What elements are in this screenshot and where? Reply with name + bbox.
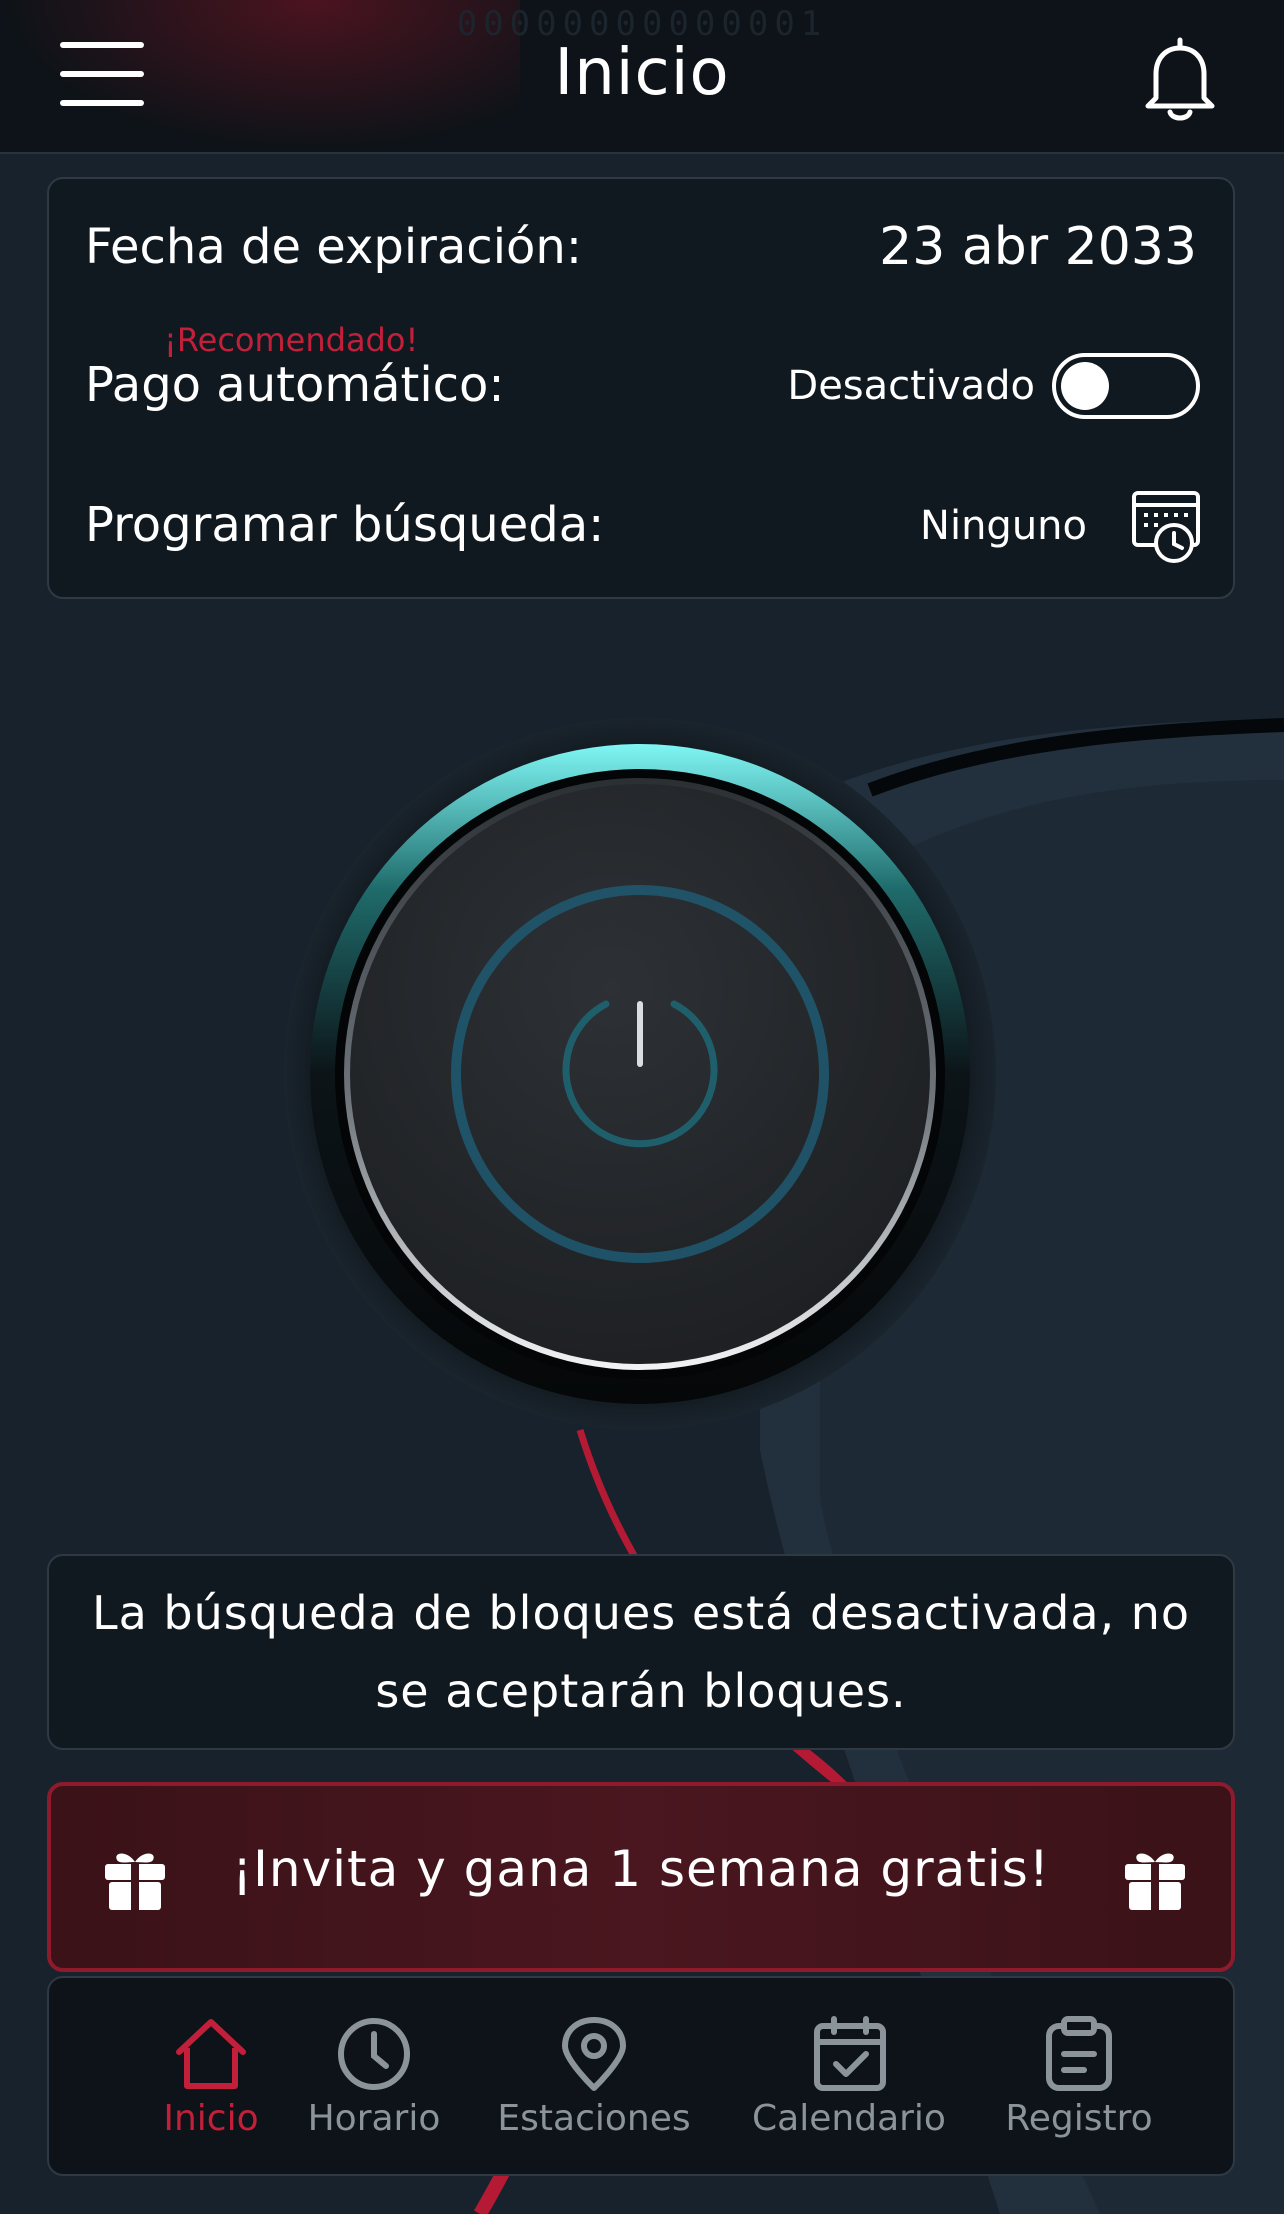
calendar-clock-icon[interactable]: [1130, 487, 1204, 565]
calendar-check-icon: [814, 2016, 886, 2091]
nav-label: Inicio: [163, 2098, 259, 2139]
toggle-knob: [1061, 362, 1109, 410]
autopay-toggle[interactable]: [1052, 353, 1200, 419]
account-card: Fecha de expiración: 23 abr 2033 ¡Recome…: [47, 177, 1235, 599]
nav-label: Registro: [1005, 2098, 1153, 2139]
clipboard-icon: [1046, 2016, 1112, 2091]
page-title: Inicio: [554, 36, 730, 110]
status-message-card: La búsqueda de bloques está desactivada,…: [47, 1554, 1235, 1750]
home-icon: [176, 2019, 246, 2089]
expiration-value: 23 abr 2033: [879, 217, 1197, 277]
gift-icon: [1125, 1853, 1185, 1910]
nav-item-estaciones[interactable]: Estaciones: [479, 1978, 709, 2178]
nav-item-inicio[interactable]: Inicio: [139, 1978, 283, 2178]
nav-item-registro[interactable]: Registro: [984, 1978, 1174, 2178]
nav-item-calendario[interactable]: Calendario: [724, 1978, 974, 2178]
autopay-status: Desactivado: [787, 363, 1035, 409]
app-header: 00000000000001 Inicio: [0, 0, 1284, 154]
location-pin-icon: [562, 2017, 626, 2091]
invite-banner[interactable]: ¡Invita y gana 1 semana gratis!: [47, 1782, 1235, 1972]
clock-icon: [338, 2018, 410, 2090]
autopay-recommended-badge: ¡Recomendado!: [164, 321, 419, 359]
nav-label: Horario: [307, 2098, 441, 2139]
status-message: La búsqueda de bloques está desactivada,…: [91, 1586, 1191, 1718]
schedule-label: Programar búsqueda:: [85, 497, 605, 553]
invite-text: ¡Invita y gana 1 semana gratis!: [232, 1840, 1050, 1898]
nav-label: Estaciones: [497, 2098, 691, 2139]
schedule-value: Ninguno: [920, 503, 1087, 549]
expiration-label: Fecha de expiración:: [85, 219, 582, 275]
bell-icon[interactable]: [1140, 34, 1220, 124]
autopay-label: Pago automático:: [85, 357, 505, 413]
power-face: [350, 784, 930, 1364]
power-button[interactable]: [280, 714, 1000, 1434]
nav-label: Calendario: [752, 2098, 946, 2139]
bottom-nav: Inicio Horario Estaciones Calendario Reg…: [47, 1976, 1235, 2176]
nav-item-horario[interactable]: Horario: [294, 1978, 454, 2178]
